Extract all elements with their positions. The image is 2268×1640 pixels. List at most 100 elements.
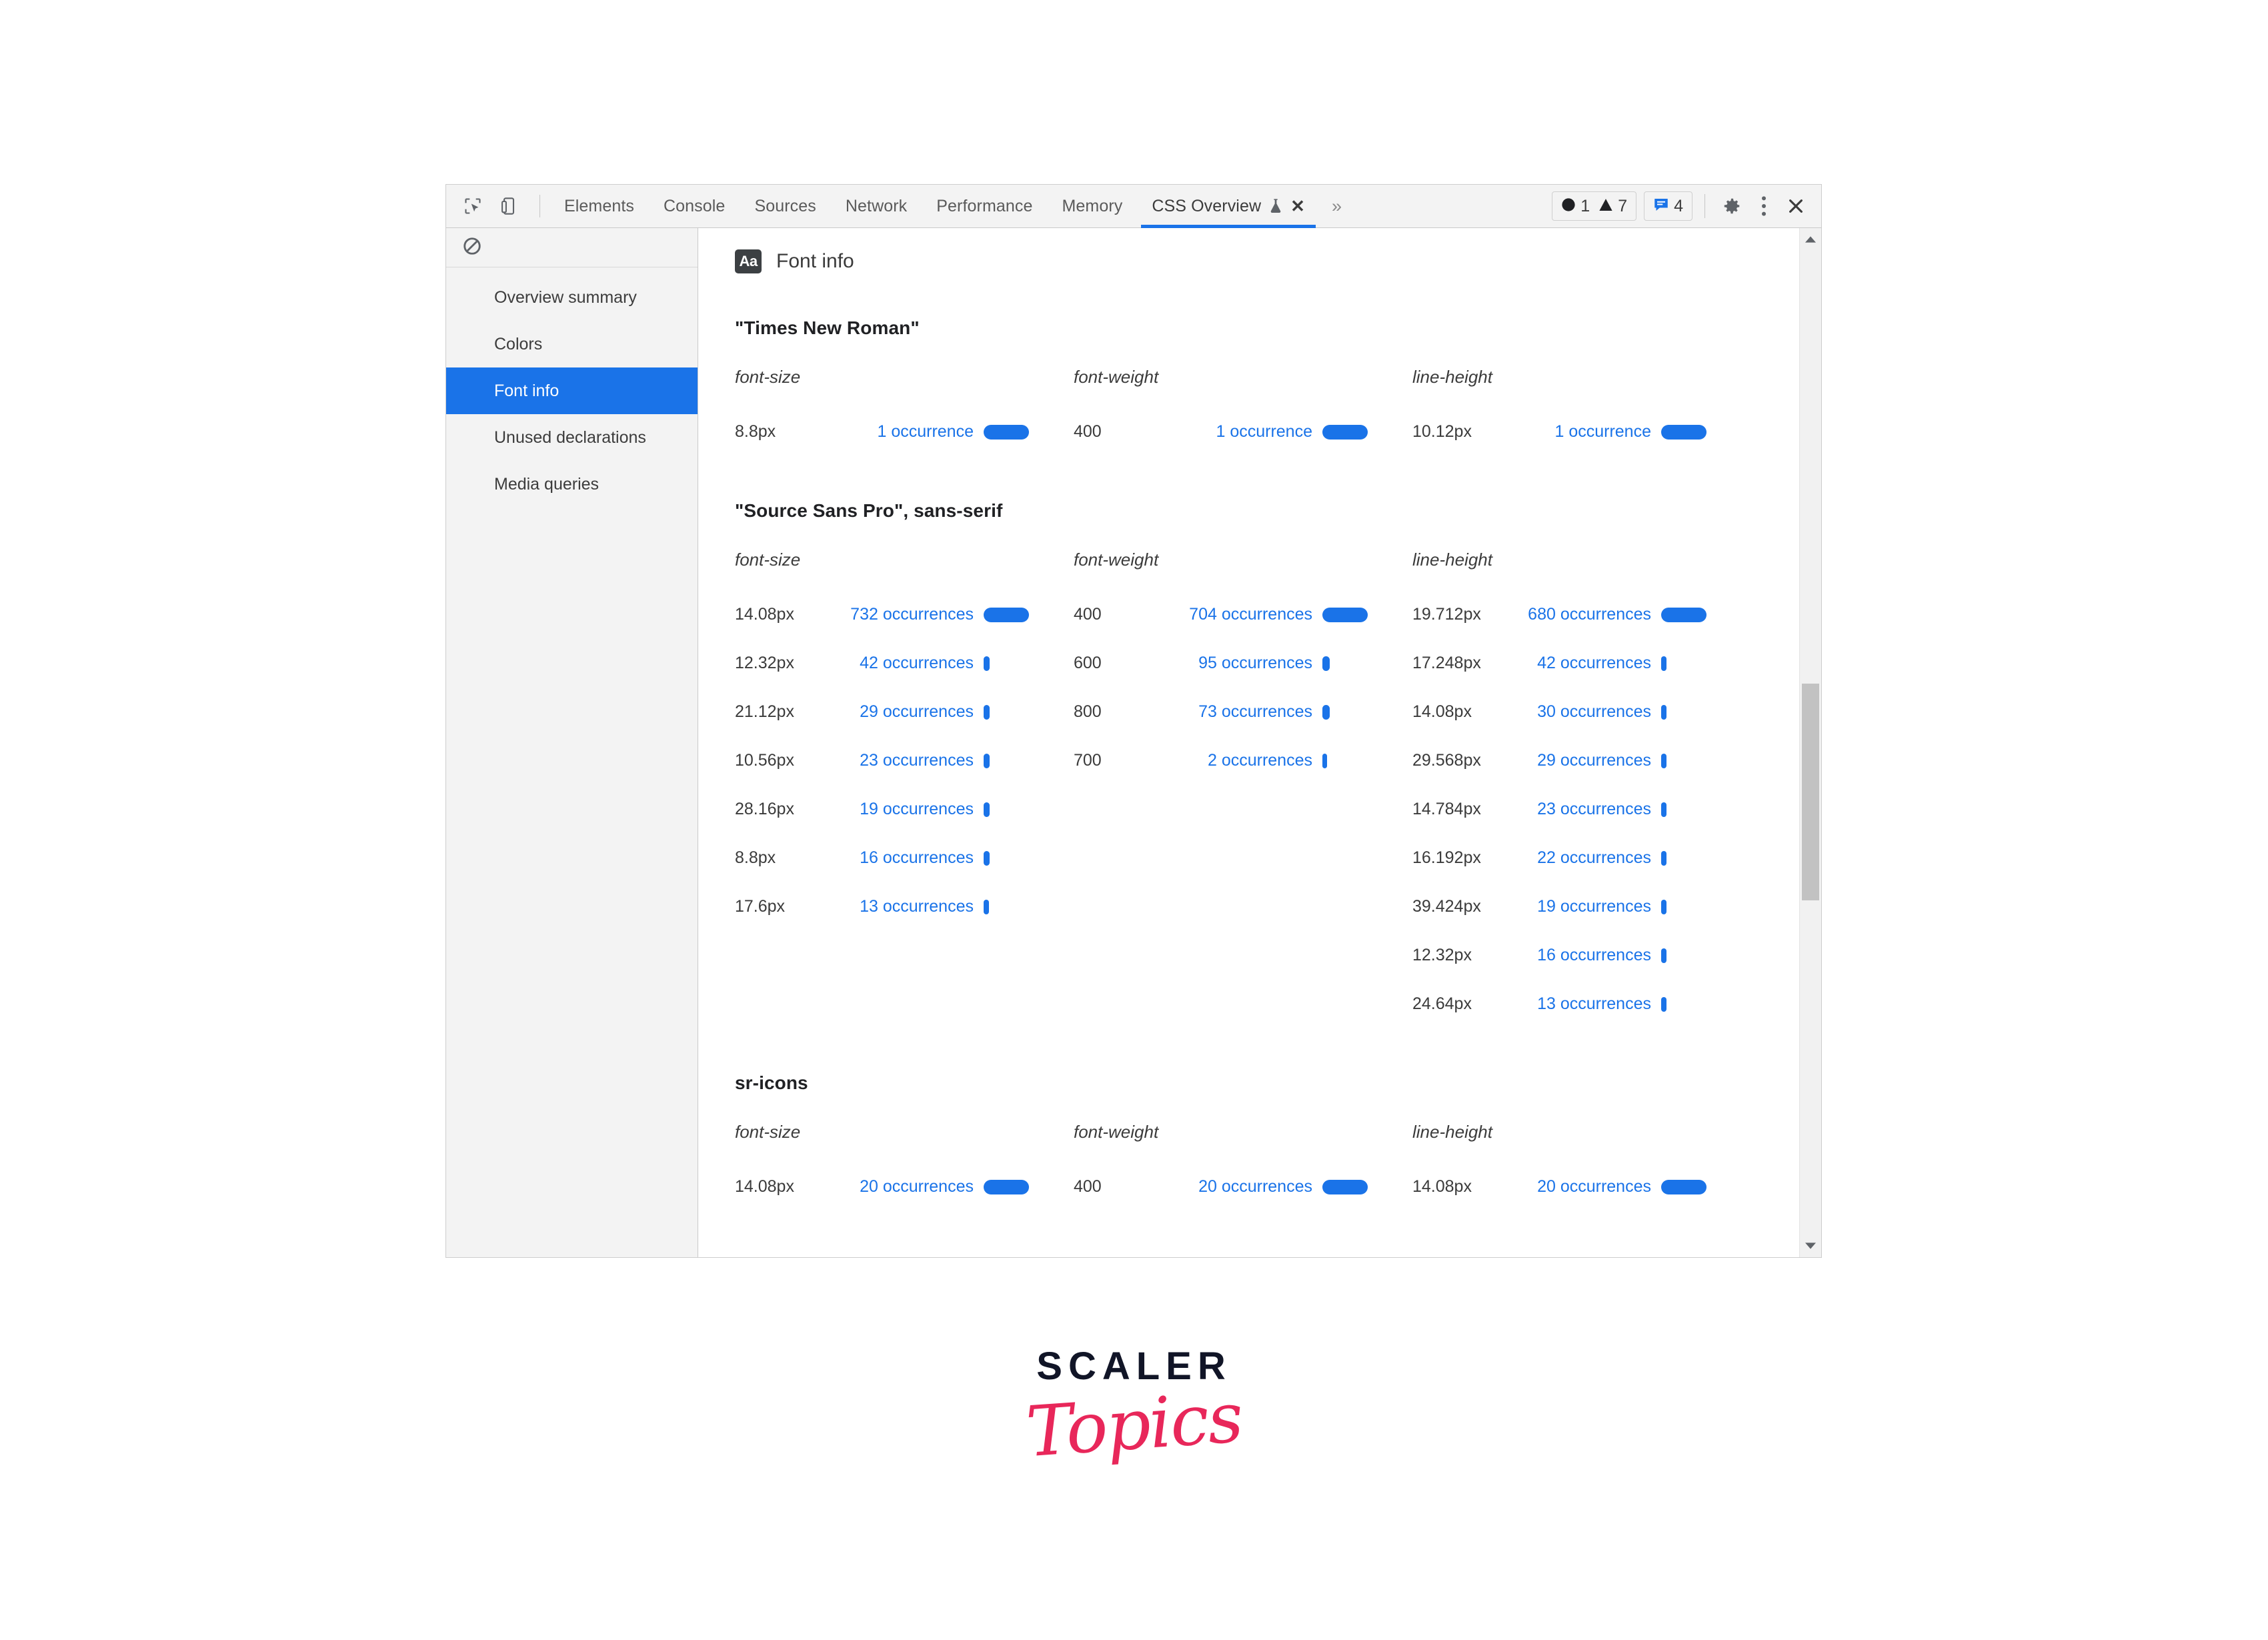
metric-occurrences-group: 2 occurrences [1179, 751, 1327, 770]
metric-occurrences-link[interactable]: 30 occurrences [1518, 702, 1651, 722]
font-sections: "Times New Roman" font-size 8.8px 1 occurre… [698, 317, 1799, 1211]
metric-bar [1322, 656, 1330, 671]
metric-occurrences-link[interactable]: 732 occurrences [840, 605, 974, 624]
sidebar-item-label: Font info [494, 381, 559, 400]
metric-bar [1661, 656, 1666, 671]
metric-occurrences-link[interactable]: 19 occurrences [840, 800, 974, 819]
scrollbar-thumb[interactable] [1802, 684, 1819, 900]
metric-occurrences-link[interactable]: 704 occurrences [1179, 605, 1312, 624]
metric-occurrences-link[interactable]: 20 occurrences [1518, 1177, 1651, 1196]
metric-bar [984, 850, 990, 866]
tab-memory[interactable]: Memory [1047, 185, 1137, 227]
metric-occurrences-group: 19 occurrences [840, 800, 990, 819]
issue-counters[interactable]: 1 7 [1552, 191, 1637, 221]
metric-occurrences-group: 23 occurrences [1518, 800, 1666, 819]
metric-row: 14.784px 23 occurrences [1412, 785, 1751, 834]
metric-value: 12.32px [1412, 946, 1472, 964]
metric-occurrences-group: 23 occurrences [840, 751, 990, 770]
metric-bar [984, 607, 1029, 622]
metric-row: 16.192px 22 occurrences [1412, 834, 1751, 882]
metric-occurrences-link[interactable]: 23 occurrences [840, 751, 974, 770]
logo-secondary-text: Topics [1023, 1376, 1245, 1473]
metric-occurrences-link[interactable]: 1 occurrence [1518, 422, 1651, 442]
more-options-icon[interactable] [1749, 191, 1779, 221]
metric-occurrences-link[interactable]: 42 occurrences [1518, 654, 1651, 673]
sidebar-item-label: Overview summary [494, 287, 637, 307]
close-tab-icon[interactable]: ✕ [1290, 197, 1305, 215]
metric-occurrences-group: 732 occurrences [840, 605, 1029, 624]
sidebar-item-unused-declarations[interactable]: Unused declarations [446, 414, 698, 461]
metric-row: 12.32px 42 occurrences [735, 639, 1074, 688]
metric-value: 17.248px [1412, 654, 1481, 672]
metric-occurrences-link[interactable]: 23 occurrences [1518, 800, 1651, 819]
metric-occurrences-group: 29 occurrences [840, 702, 990, 722]
metric-occurrences-link[interactable]: 73 occurrences [1179, 702, 1312, 722]
metric-occurrences-link[interactable]: 20 occurrences [1179, 1177, 1312, 1196]
metric-row: 10.56px 23 occurrences [735, 736, 1074, 785]
content-scrollbar[interactable] [1799, 228, 1821, 1257]
metric-occurrences-link[interactable]: 29 occurrences [1518, 751, 1651, 770]
tab-elements[interactable]: Elements [549, 185, 649, 227]
devtools-body: Overview summary Colors Font info Unused… [446, 228, 1821, 1257]
metric-occurrences-link[interactable]: 2 occurrences [1179, 751, 1312, 770]
metric-row: 17.6px 13 occurrences [735, 882, 1074, 931]
flask-icon [1269, 198, 1282, 214]
metric-bar [1661, 899, 1666, 914]
metric-occurrences-link[interactable]: 680 occurrences [1518, 605, 1651, 624]
page-title: Font info [776, 250, 854, 272]
metric-value: 12.32px [735, 654, 794, 672]
metric-occurrences-link[interactable]: 29 occurrences [840, 702, 974, 722]
metric-bar [984, 1179, 1029, 1194]
metric-bar [1661, 1179, 1707, 1194]
metric-occurrences-link[interactable]: 20 occurrences [840, 1177, 974, 1196]
tab-network[interactable]: Network [831, 185, 922, 227]
metric-bar [1661, 607, 1707, 622]
metric-occurrences-link[interactable]: 16 occurrences [840, 848, 974, 868]
clear-overview-icon[interactable] [462, 236, 482, 259]
metric-column-font-size: font-size 8.8px 1 occurrence [735, 367, 1074, 456]
device-toolbar-icon[interactable] [494, 191, 523, 221]
sidebar-item-font-info[interactable]: Font info [446, 367, 698, 414]
metric-occurrences-link[interactable]: 95 occurrences [1179, 654, 1312, 673]
metric-occurrences-group: 16 occurrences [840, 848, 990, 868]
metric-row: 800 73 occurrences [1074, 688, 1412, 736]
scroll-up-icon[interactable] [1800, 228, 1821, 251]
message-counter[interactable]: 4 [1644, 191, 1692, 221]
metric-row: 17.248px 42 occurrences [1412, 639, 1751, 688]
metric-occurrences-link[interactable]: 13 occurrences [1518, 994, 1651, 1014]
scroll-down-icon[interactable] [1800, 1235, 1821, 1257]
metric-occurrences-link[interactable]: 1 occurrence [1179, 422, 1312, 442]
metric-bar [984, 899, 989, 914]
sidebar-item-overview-summary[interactable]: Overview summary [446, 274, 698, 321]
sidebar-item-media-queries[interactable]: Media queries [446, 461, 698, 508]
close-devtools-icon[interactable] [1781, 191, 1811, 221]
metric-column-line-height: line-height 19.712px 680 occurrences 17.248… [1412, 550, 1751, 1028]
tab-console[interactable]: Console [649, 185, 740, 227]
metric-row: 14.08px 20 occurrences [1412, 1162, 1751, 1211]
tab-css-overview[interactable]: CSS Overview ✕ [1137, 185, 1320, 228]
metric-occurrences-group: 1 occurrence [1518, 422, 1707, 442]
tab-performance[interactable]: Performance [922, 185, 1047, 227]
tab-sources[interactable]: Sources [740, 185, 830, 227]
metric-value: 800 [1074, 702, 1102, 721]
metric-occurrences-link[interactable]: 42 occurrences [840, 654, 974, 673]
more-tabs-icon[interactable]: » [1320, 185, 1354, 227]
font-family-name: "Times New Roman" [735, 317, 920, 338]
sidebar-item-colors[interactable]: Colors [446, 321, 698, 367]
metric-occurrences-link[interactable]: 16 occurrences [1518, 946, 1651, 965]
scrollbar-track[interactable] [1800, 251, 1821, 1235]
metric-row: 600 95 occurrences [1074, 639, 1412, 688]
metric-row: 400 20 occurrences [1074, 1162, 1412, 1211]
metric-occurrences-link[interactable]: 13 occurrences [840, 897, 974, 916]
css-overview-sidebar: Overview summary Colors Font info Unused… [446, 228, 698, 1257]
gear-icon[interactable] [1717, 191, 1747, 221]
scaler-topics-logo: SCALER Topics [0, 1347, 2268, 1473]
tab-label: Elements [564, 196, 635, 215]
inspect-element-icon[interactable] [458, 191, 487, 221]
metric-occurrences-link[interactable]: 1 occurrence [840, 422, 974, 442]
metric-occurrences-link[interactable]: 22 occurrences [1518, 848, 1651, 868]
devtools-window: Elements Console Sources Network Perform… [445, 184, 1822, 1258]
metric-column-line-height: line-height 10.12px 1 occurrence [1412, 367, 1751, 456]
metric-value: 29.568px [1412, 751, 1481, 770]
metric-occurrences-link[interactable]: 19 occurrences [1518, 897, 1651, 916]
